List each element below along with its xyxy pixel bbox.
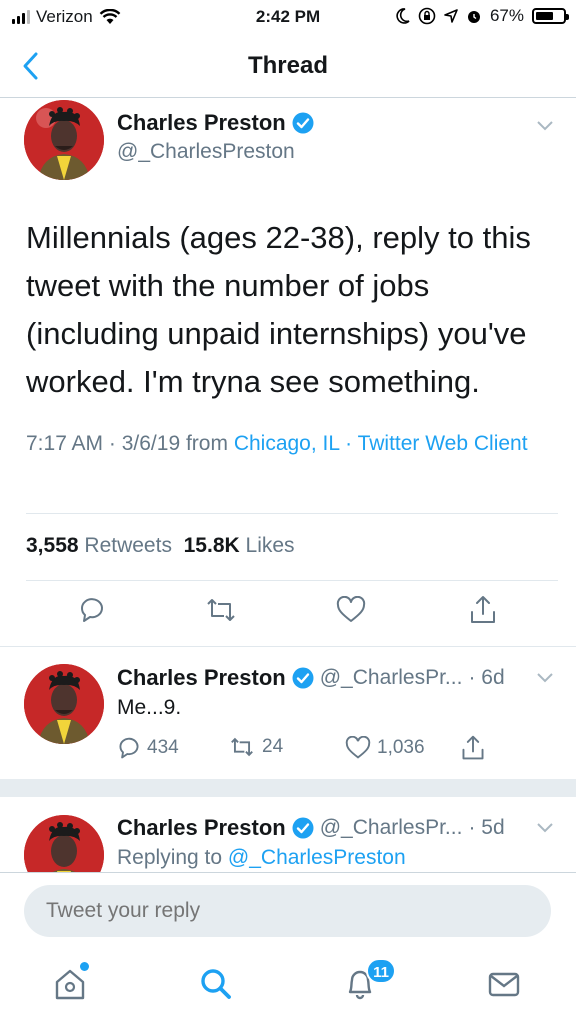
author-name[interactable]: Charles Preston [117,110,286,136]
messages-icon[interactable] [486,966,522,1002]
tab-bar [0,948,576,1024]
from-label: from [185,432,228,455]
home-unread-dot [80,962,89,971]
avatar[interactable] [24,664,104,744]
tweet-age: · 6d [468,666,505,689]
retweet-count: 24 [262,736,284,757]
replying-to: Replying to @_CharlesPreston [117,846,406,870]
author-name[interactable]: Charles Preston [117,815,286,841]
divider [26,513,558,514]
replying-label: Replying to [117,846,223,869]
source-link[interactable]: Twitter Web Client [358,432,528,455]
like-icon[interactable] [336,596,366,624]
chevron-down-icon[interactable] [536,822,554,834]
reply-tweet[interactable]: Charles Preston @_CharlesPr... · 6d Me..… [0,646,576,779]
alarm-icon [467,11,480,23]
tweet-meta: 7:17 AM · 3/6/19 from Chicago, IL · Twit… [26,432,528,455]
reply-tweet[interactable]: Charles Preston @_CharlesPr... · 5d Repl… [0,797,576,872]
replying-to-handle[interactable]: @_CharlesPreston [228,846,406,869]
status-bar: Verizon 2:42 PM 67% [0,0,576,34]
divider [26,580,558,581]
retweet-icon[interactable] [204,596,238,624]
share-icon[interactable] [460,734,486,762]
reply-input[interactable] [24,885,551,937]
chevron-down-icon[interactable] [536,120,554,132]
reply-icon[interactable] [78,596,106,624]
reply-text: Me...9. [117,696,182,719]
like-count: 1,036 [377,737,425,758]
battery-percent: 67% [489,6,524,25]
tweet-date: 3/6/19 [121,432,181,455]
reply-actions: 434 24 1,036 [0,734,576,776]
retweets-count[interactable]: 3,558 [26,534,79,557]
battery-icon [532,8,569,24]
author-handle[interactable]: @_CharlesPr... [320,816,463,840]
location-icon [444,9,458,23]
tweet-age: · 5d [468,816,505,839]
tweet-time: 7:17 AM [26,432,104,455]
lock-rotation-icon [418,7,436,25]
reply-icon [119,737,139,759]
section-separator [0,779,576,797]
tweet-stats: 3,558 Retweets 15.8K Likes [26,534,295,558]
like-icon [345,736,371,759]
share-icon[interactable] [468,594,498,626]
author-handle[interactable]: @_CharlesPr... [320,666,463,690]
avatar[interactable] [24,815,104,872]
reply-count-button[interactable]: 434 [117,736,179,760]
search-icon[interactable] [198,966,234,1002]
verified-badge-icon [292,817,314,839]
verified-badge-icon [292,112,314,134]
likes-count[interactable]: 15.8K [184,534,240,557]
retweet-icon [231,737,253,757]
location-link[interactable]: Chicago, IL [234,432,339,455]
avatar[interactable] [24,100,104,180]
notifications-badge: 11 [366,958,396,984]
likes-label[interactable]: Likes [246,534,295,557]
reply-composer [0,872,576,948]
reply-count: 434 [147,737,179,758]
like-count-button[interactable]: 1,036 [345,736,425,760]
nav-bar: Thread [0,34,576,98]
page-title: Thread [247,52,328,79]
retweet-count-button[interactable]: 24 [228,736,283,758]
moon-icon [396,8,410,24]
tweet-text: Millennials (ages 22-38), reply to this … [26,220,531,399]
author-handle[interactable]: @_CharlesPreston [117,140,295,164]
retweets-label[interactable]: Retweets [84,534,172,557]
author-name[interactable]: Charles Preston [117,665,286,691]
home-icon[interactable] [52,966,88,1002]
tweet-actions [0,596,576,636]
chevron-down-icon[interactable] [536,672,554,684]
verified-badge-icon [292,667,314,689]
